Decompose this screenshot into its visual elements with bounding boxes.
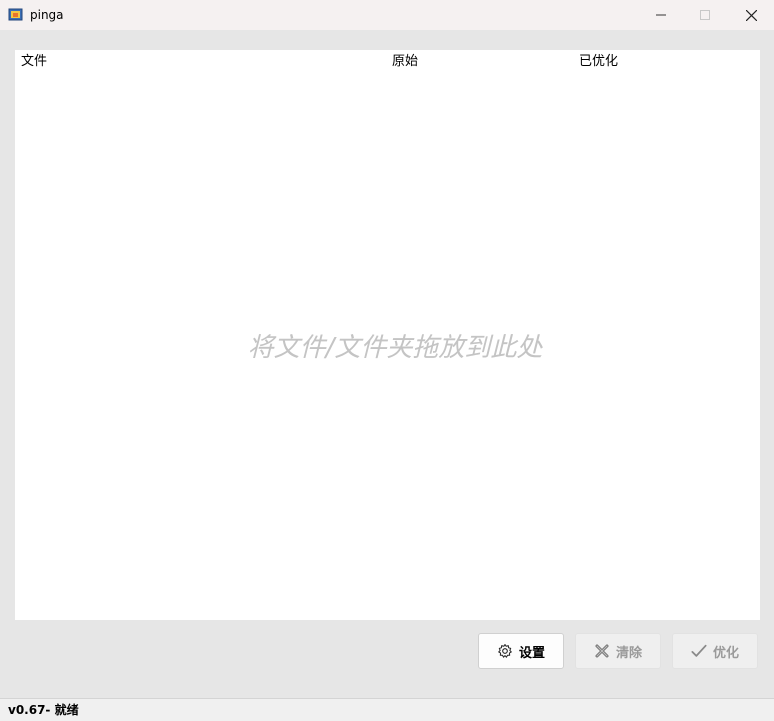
close-icon — [745, 9, 757, 21]
optimize-label: 优化 — [712, 645, 739, 661]
file-list[interactable]: 文件 原始 已优化 将文件/文件夹拖放到此处 — [15, 50, 760, 620]
column-header-file[interactable]: 文件 — [21, 54, 47, 70]
status-text: v0.67- 就绪 — [8, 703, 79, 717]
status-bar: v0.67- 就绪 — [0, 698, 774, 721]
clear-label: 清除 — [615, 645, 642, 661]
maximize-icon — [700, 10, 710, 20]
app-icon — [8, 7, 24, 23]
maximize-button[interactable] — [682, 0, 728, 30]
close-button[interactable] — [728, 0, 774, 30]
window-title: pinga — [30, 8, 64, 22]
title-bar[interactable]: pinga — [0, 0, 774, 30]
x-icon — [594, 643, 610, 659]
minimize-icon — [656, 14, 666, 16]
checkmark-icon — [691, 643, 707, 659]
drop-hint: 将文件/文件夹拖放到此处 — [247, 333, 543, 363]
column-header-original[interactable]: 原始 — [392, 54, 418, 70]
settings-label: 设置 — [518, 645, 545, 661]
clear-button[interactable]: 清除 — [575, 633, 661, 669]
app-window: pinga 文件 原始 已优化 将文件/文件夹拖放到此处 设置 清除 优化 v0… — [0, 0, 774, 721]
optimize-button[interactable]: 优化 — [672, 633, 758, 669]
settings-button[interactable]: 设置 — [478, 633, 564, 669]
gear-icon — [497, 643, 513, 659]
column-header-optimized[interactable]: 已优化 — [579, 54, 618, 70]
minimize-button[interactable] — [638, 0, 684, 30]
